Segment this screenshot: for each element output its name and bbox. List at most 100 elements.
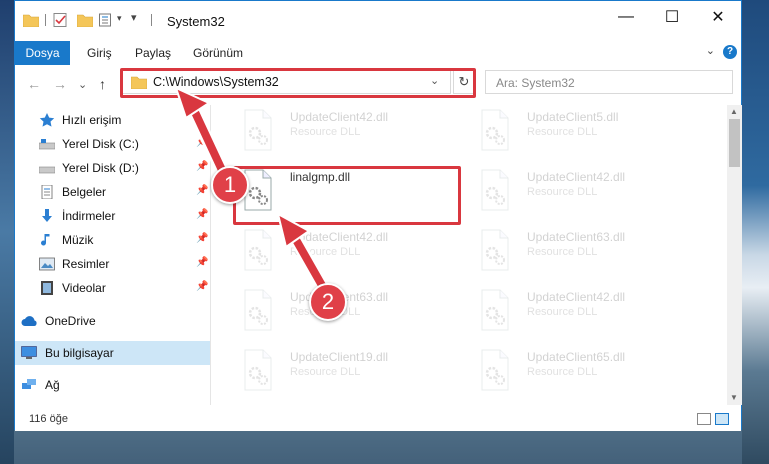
- window-title: System32: [167, 14, 225, 29]
- file-item[interactable]: UpdateClient42.dll Resource DLL: [476, 287, 706, 337]
- search-box[interactable]: Ara: System32: [485, 70, 733, 94]
- file-name: UpdateClient19.dll: [290, 350, 389, 364]
- file-item[interactable]: UpdateClient63.dllResource DLL: [239, 287, 469, 337]
- file-item[interactable]: UpdateClient63.dllResource DLL: [476, 227, 706, 277]
- help-icon[interactable]: ?: [723, 45, 737, 59]
- folder-icon[interactable]: [23, 13, 39, 27]
- sidebar-item-this-pc[interactable]: Bu bilgisayar: [15, 341, 210, 365]
- tab-file[interactable]: Dosya: [15, 41, 70, 65]
- dll-file-icon: [481, 169, 509, 211]
- properties-icon[interactable]: [53, 13, 69, 27]
- maximize-button[interactable]: ☐: [649, 1, 695, 33]
- ribbon-tabs: Dosya Giriş Paylaş Görünüm ⌄ ?: [15, 39, 741, 65]
- search-input[interactable]: Ara: System32: [496, 76, 575, 90]
- file-type: Resource DLL: [527, 366, 598, 378]
- dll-file-icon: [481, 109, 509, 151]
- tab-view[interactable]: Görünüm: [187, 42, 249, 64]
- file-item[interactable]: UpdateClient65.dll Resource DLL: [476, 347, 706, 397]
- forward-button[interactable]: →: [53, 76, 67, 92]
- sidebar-item-label: Yerel Disk (C:): [62, 137, 139, 151]
- file-name: UpdateClient42.dll: [290, 110, 389, 124]
- customize-toolbar-chevron-icon[interactable]: ▾: [117, 13, 122, 24]
- up-button[interactable]: ↑: [99, 76, 106, 92]
- document-icon: [41, 185, 53, 199]
- sidebar-item-local-disk-d[interactable]: Yerel Disk (D:) 📌: [15, 156, 210, 180]
- file-name: UpdateClient42.dll: [290, 230, 389, 244]
- file-item[interactable]: UpdateClient5.dll Resource DLL: [476, 107, 706, 157]
- dll-file-icon: [244, 109, 272, 151]
- sidebar-item-onedrive[interactable]: OneDrive: [15, 309, 210, 333]
- file-type: Resource DLL: [527, 306, 598, 318]
- pin-icon[interactable]: 📌: [196, 161, 208, 172]
- file-list: UpdateClient42.dll Resource DLL UpdateClie…: [211, 105, 727, 405]
- file-highlight: [233, 166, 461, 225]
- file-type: Resource DLL: [290, 366, 361, 378]
- scrollbar-thumb[interactable]: [729, 119, 740, 167]
- drive-icon: [39, 139, 55, 150]
- drive-icon: [39, 166, 55, 174]
- file-name: UpdateClient42.dll: [527, 170, 626, 184]
- cloud-icon: [21, 316, 37, 326]
- new-folder-icon[interactable]: [77, 13, 93, 27]
- download-icon: [42, 209, 52, 222]
- file-type: Resource DLL: [527, 186, 598, 198]
- details-view-icon[interactable]: [697, 413, 711, 425]
- sidebar-item-label: İndirmeler: [62, 209, 116, 223]
- sidebar-item-videos[interactable]: Videolar 📌: [15, 276, 210, 300]
- sidebar-item-music[interactable]: Müzik 📌: [15, 228, 210, 252]
- minimize-button[interactable]: —: [603, 1, 649, 33]
- step-badge-1: 1: [211, 166, 249, 204]
- dll-file-icon: [481, 229, 509, 271]
- quick-access-dropdown-icon[interactable]: ▾: [131, 11, 137, 24]
- sidebar-item-network[interactable]: Ağ: [15, 373, 210, 397]
- close-button[interactable]: ✕: [695, 1, 741, 33]
- sidebar-item-downloads[interactable]: İndirmeler 📌: [15, 204, 210, 228]
- title-bar: ▾ ▾ System32 — ☐ ✕: [15, 1, 741, 39]
- quick-access-separator: [45, 14, 46, 26]
- recent-locations-button[interactable]: ⌄: [78, 78, 87, 91]
- desktop-background-right: [742, 0, 769, 464]
- pin-icon[interactable]: 📌: [196, 257, 208, 268]
- sidebar-item-quick-access[interactable]: Hızlı erişim: [15, 108, 210, 132]
- pin-icon[interactable]: 📌: [196, 281, 208, 292]
- sidebar-item-pictures[interactable]: Resimler 📌: [15, 252, 210, 276]
- file-type: Resource DLL: [290, 246, 361, 258]
- file-item[interactable]: UpdateClient42.dll Resource DLL: [239, 227, 469, 277]
- sidebar-item-local-disk-c[interactable]: Yerel Disk (C:) 📌: [15, 132, 210, 156]
- dll-file-icon: [244, 229, 272, 271]
- music-icon: [41, 234, 50, 246]
- scroll-up-icon[interactable]: ▲: [730, 107, 738, 116]
- sidebar-item-label: OneDrive: [45, 314, 96, 328]
- rename-icon[interactable]: [99, 13, 115, 27]
- sidebar-item-label: Müzik: [62, 233, 94, 247]
- pin-icon[interactable]: 📌: [196, 233, 208, 244]
- network-icon: [22, 379, 36, 389]
- computer-icon: [21, 346, 37, 359]
- file-name: UpdateClient65.dll: [527, 350, 626, 364]
- pin-icon[interactable]: 📌: [196, 137, 208, 148]
- sidebar-item-label: Hızlı erişim: [62, 113, 122, 127]
- scroll-down-icon[interactable]: ▼: [730, 393, 738, 402]
- expand-ribbon-icon[interactable]: ⌄: [706, 44, 715, 57]
- vertical-scrollbar[interactable]: ▲ ▼: [727, 105, 742, 405]
- file-type: Resource DLL: [290, 126, 361, 138]
- sidebar-item-label: Resimler: [62, 257, 110, 271]
- tab-home[interactable]: Giriş: [81, 42, 118, 64]
- pin-icon[interactable]: 📌: [196, 185, 208, 196]
- sidebar-item-documents[interactable]: Belgeler 📌: [15, 180, 210, 204]
- file-item[interactable]: UpdateClient19.dll Resource DLL: [239, 347, 469, 397]
- file-type: Resource DLL: [527, 126, 598, 138]
- file-item[interactable]: UpdateClient42.dll Resource DLL: [476, 167, 706, 217]
- navigation-pane: Hızlı erişim Yerel Disk (C:) 📌 Yerel Dis…: [15, 105, 210, 405]
- file-item[interactable]: UpdateClient42.dll Resource DLL: [239, 107, 469, 157]
- step-badge-2: 2: [309, 283, 347, 321]
- large-icons-view-icon[interactable]: [715, 413, 729, 425]
- file-type: Resource DLL: [527, 246, 598, 258]
- sidebar-item-label: Belgeler: [62, 185, 107, 199]
- pictures-icon: [39, 257, 55, 271]
- pin-icon[interactable]: 📌: [196, 209, 208, 220]
- tab-share[interactable]: Paylaş: [129, 42, 177, 64]
- dll-file-icon: [481, 289, 509, 331]
- dll-file-icon: [244, 349, 272, 391]
- back-button[interactable]: ←: [27, 76, 41, 92]
